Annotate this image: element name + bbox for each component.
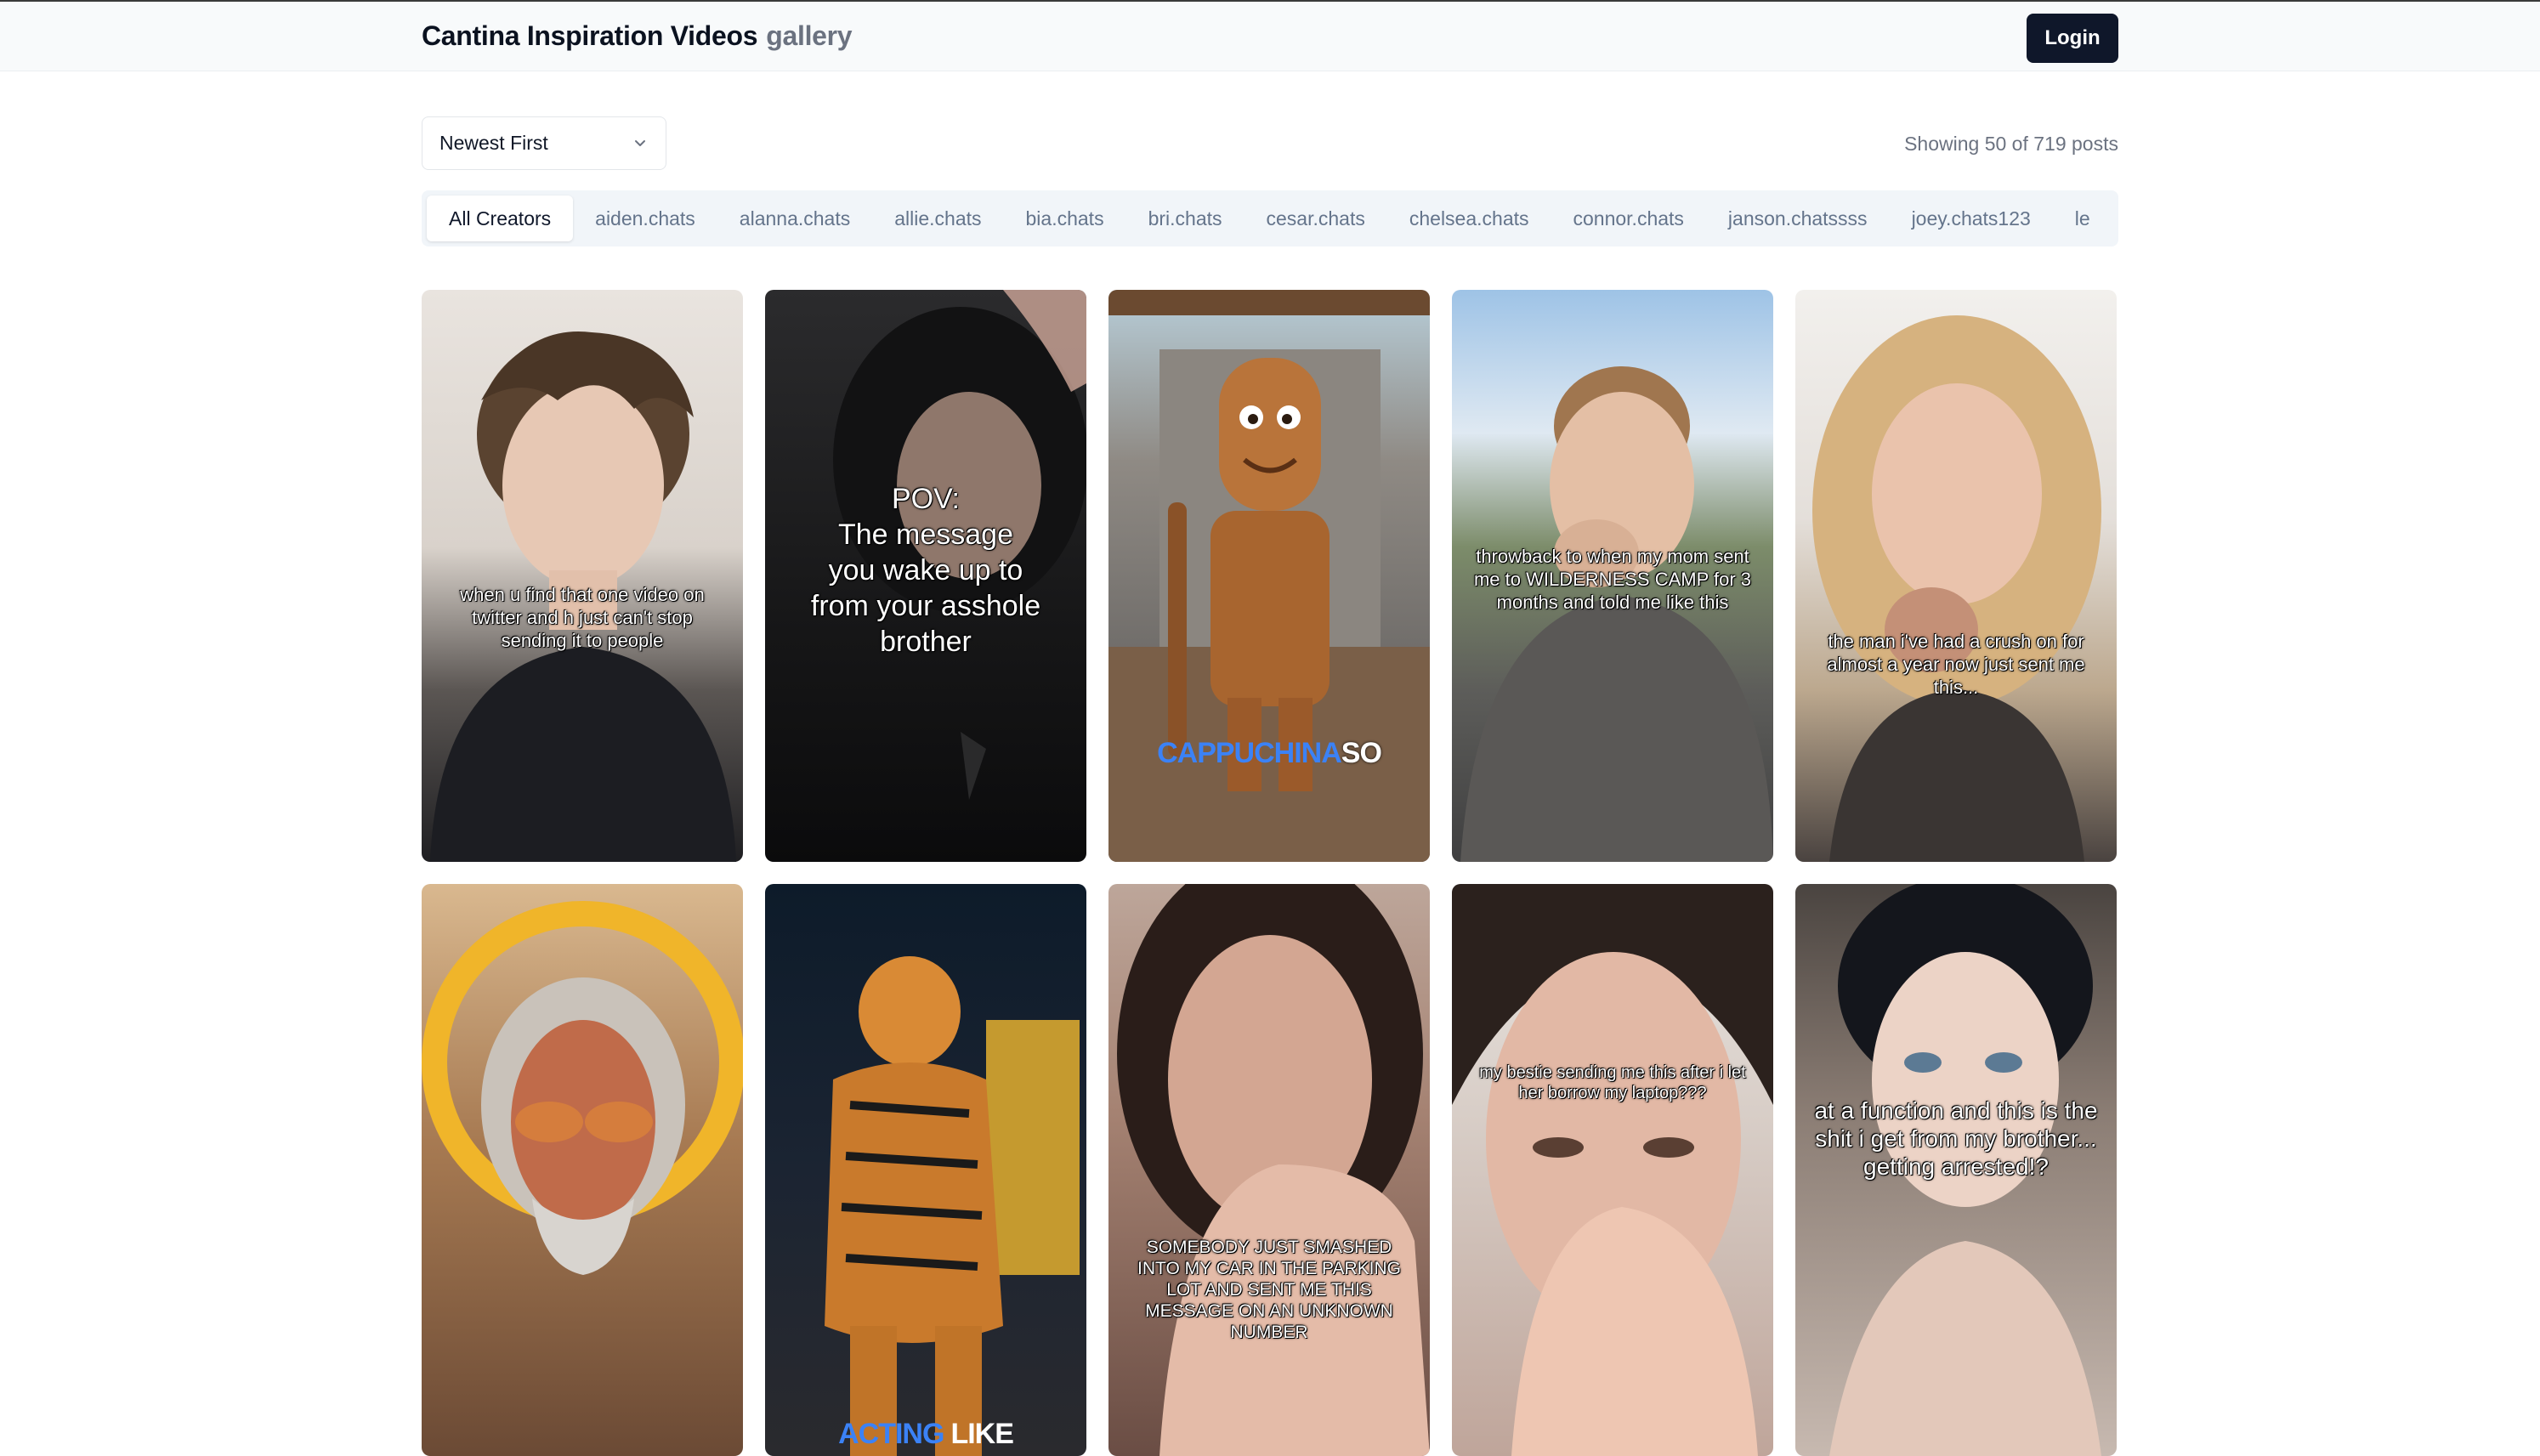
sort-select[interactable]: Newest First <box>422 116 666 170</box>
video-caption: SOMEBODY JUST SMASHED INTO MY CAR IN THE… <box>1137 1238 1401 1342</box>
sort-select-value: Newest First <box>439 132 548 154</box>
tab-aiden-chats[interactable]: aiden.chats <box>573 195 717 241</box>
video-card[interactable]: when u find that one video on twitter an… <box>422 290 743 862</box>
thumbnail-tiger <box>825 956 1080 1456</box>
tab-chelsea-chats[interactable]: chelsea.chats <box>1387 195 1551 241</box>
site-title[interactable]: Cantina Inspiration Videos gallery <box>422 20 853 52</box>
site-header: Cantina Inspiration Videos gallery Login <box>0 2 2540 71</box>
tab-cesar-chats[interactable]: cesar.chats <box>1244 195 1387 241</box>
thumbnail-person <box>1452 884 1773 1456</box>
video-card[interactable]: ACTING LIKE <box>765 884 1086 1456</box>
tab-connor-chats[interactable]: connor.chats <box>1551 195 1706 241</box>
thumbnail-person <box>422 901 743 1275</box>
video-caption: at a function and this is the shit i get… <box>1814 1097 2098 1180</box>
video-card[interactable]: at a function and this is the shit i get… <box>1795 884 2117 1456</box>
tab-allie-chats[interactable]: allie.chats <box>872 195 1003 241</box>
video-card[interactable]: CAPPUCHINASO <box>1108 290 1430 862</box>
video-card[interactable]: throwback to when my mom sent me to WILD… <box>1452 290 1773 862</box>
video-card[interactable]: SOMEBODY JUST SMASHED INTO MY CAR IN THE… <box>1108 884 1430 1456</box>
video-card[interactable]: the man i've had a crush on for almost a… <box>1795 290 2117 862</box>
thumbnail-person <box>1812 315 2101 862</box>
thumbnail-character <box>1108 290 1430 862</box>
site-title-sub: gallery <box>766 20 853 51</box>
video-caption: my bestie sending me this after i let he… <box>1479 1063 1746 1102</box>
login-button[interactable]: Login <box>2027 14 2118 63</box>
post-count-text: Showing 50 of 719 posts <box>1904 133 2118 155</box>
thumbnail-person <box>1117 884 1430 1456</box>
video-caption: POV: The message you wake up to from you… <box>810 483 1041 658</box>
creator-tabs: All Creators aiden.chats alanna.chats al… <box>422 190 2118 246</box>
video-overlay-text: ACTING LIKE <box>838 1418 1014 1450</box>
video-caption: when u find that one video on twitter an… <box>460 584 705 651</box>
tab-joey-chats123[interactable]: joey.chats123 <box>1890 195 2053 241</box>
video-card[interactable]: POV: The message you wake up to from you… <box>765 290 1086 862</box>
thumbnail-person <box>430 331 736 862</box>
tab-le-truncated[interactable]: le <box>2053 195 2112 241</box>
tab-bia-chats[interactable]: bia.chats <box>1004 195 1126 241</box>
video-card[interactable]: my bestie sending me this after i let he… <box>1452 884 1773 1456</box>
tab-bri-chats[interactable]: bri.chats <box>1126 195 1244 241</box>
tab-janson-chatssss[interactable]: janson.chatssss <box>1706 195 1890 241</box>
video-caption: throwback to when my mom sent me to WILD… <box>1473 546 1751 613</box>
chevron-down-icon <box>635 140 645 146</box>
video-caption: the man i've had a crush on for almost a… <box>1827 631 2085 698</box>
video-card[interactable] <box>422 884 743 1456</box>
site-title-main: Cantina Inspiration Videos <box>422 20 758 51</box>
video-overlay-text: CAPPUCHINASO <box>1157 737 1382 769</box>
tab-all-creators[interactable]: All Creators <box>427 195 574 241</box>
tab-alanna-chats[interactable]: alanna.chats <box>717 195 872 241</box>
